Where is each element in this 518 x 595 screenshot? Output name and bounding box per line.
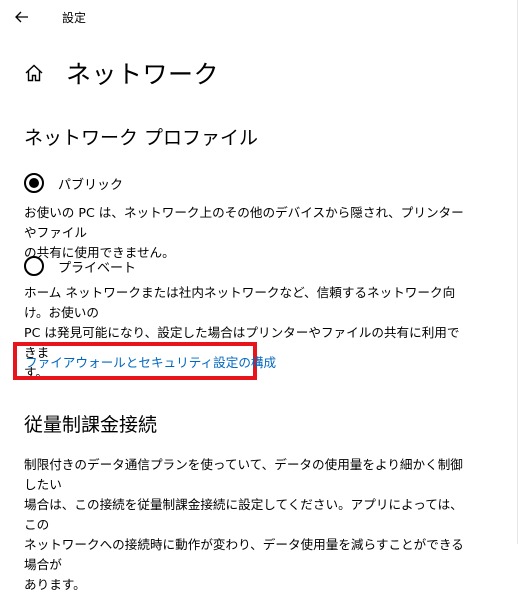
page-header: ネットワーク	[22, 56, 219, 90]
home-icon[interactable]	[22, 61, 46, 85]
metered-connection-heading: 従量制課金接続	[24, 414, 158, 436]
settings-window: 設定 ネットワーク ネットワーク プロファイル パブリック お使いの PC は、…	[0, 0, 518, 592]
radio-private[interactable]: プライベート	[24, 256, 136, 276]
public-description-line: お使いの PC は、ネットワーク上のその他のデバイスから隠され、プリンターやファ…	[24, 205, 464, 240]
back-arrow-icon	[15, 11, 28, 23]
title-bar: 設定	[0, 0, 518, 34]
private-description-line: ホーム ネットワークまたは社内ネットワークなど、信頼するネットワーク向け。お使い…	[24, 285, 456, 320]
metered-description: 制限付きのデータ通信プランを使っていて、データの使用量をより細かく制御したい 場…	[24, 455, 472, 595]
radio-public-label: パブリック	[58, 177, 124, 193]
radio-button-public[interactable]	[24, 173, 44, 193]
radio-button-private[interactable]	[24, 256, 44, 276]
public-description: お使いの PC は、ネットワーク上のその他のデバイスから隠され、プリンターやファ…	[24, 203, 472, 263]
app-title: 設定	[62, 11, 87, 25]
back-button[interactable]	[10, 6, 34, 28]
radio-private-label: プライベート	[58, 260, 137, 276]
firewall-settings-link[interactable]: ファイアウォールとセキュリティ設定の構成	[25, 352, 276, 371]
network-profile-heading: ネットワーク プロファイル	[24, 127, 259, 149]
firewall-link-highlight: ファイアウォールとセキュリティ設定の構成	[13, 342, 276, 380]
page-title: ネットワーク	[66, 60, 220, 89]
metered-description-line: ネットワークへの接続時に動作が変わり、データ使用量を減らすことができる場合が	[24, 537, 464, 572]
metered-description-line: 場合は、この接続を従量制課金接続に設定してください。アプリによっては、この	[24, 497, 463, 532]
metered-description-line: 制限付きのデータ通信プランを使っていて、データの使用量をより細かく制御したい	[24, 457, 463, 492]
radio-public[interactable]: パブリック	[24, 173, 123, 193]
metered-description-line: あります。	[24, 577, 86, 592]
